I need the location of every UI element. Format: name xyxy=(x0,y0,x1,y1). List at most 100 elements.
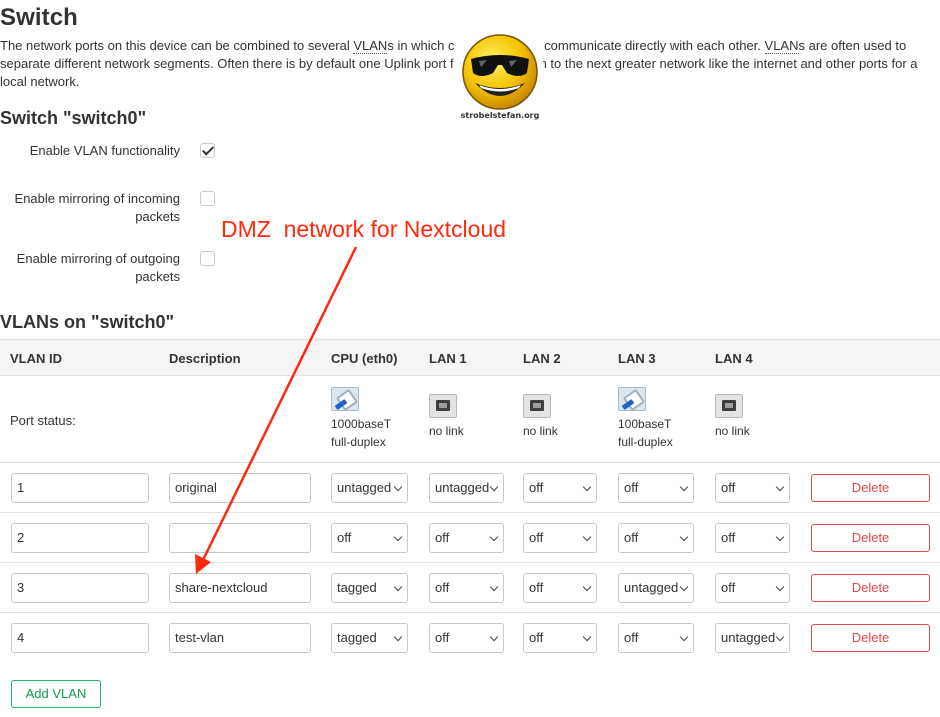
mirror-outgoing-checkbox[interactable] xyxy=(200,251,215,266)
port-mode-select-cpu[interactable]: tagged xyxy=(331,573,408,603)
chevron-down-icon xyxy=(679,532,689,542)
vlan-abbr: VLAN xyxy=(353,38,388,54)
port-connected-icon xyxy=(331,387,359,411)
chevron-down-icon xyxy=(489,532,499,542)
vlan-description-input[interactable] xyxy=(169,523,311,553)
chevron-down-icon xyxy=(393,632,403,642)
port-mode-select-lan2[interactable]: off xyxy=(523,573,597,603)
intro-part: The network ports on this device can be … xyxy=(0,38,354,53)
vlans-section-title: VLANs on "switch0" xyxy=(0,312,175,332)
vlan-description-input[interactable]: test-vlan xyxy=(169,623,311,653)
vlan-description-input[interactable]: original xyxy=(169,473,311,503)
delete-vlan-button[interactable]: Delete xyxy=(811,574,930,602)
port-mode-select-lan3[interactable]: off xyxy=(618,523,694,553)
port-mode-select-lan2[interactable]: off xyxy=(523,523,597,553)
port-mode-select-cpu[interactable]: off xyxy=(331,523,408,553)
port-connected-icon xyxy=(618,387,646,411)
vlan-row: 3 share-nextcloud tagged off off untagged off D… xyxy=(0,563,940,613)
chevron-down-icon xyxy=(489,482,499,492)
port-mode-value: off xyxy=(721,580,736,595)
mirror-incoming-checkbox[interactable] xyxy=(200,191,215,206)
col-vlan-id: VLAN ID xyxy=(10,351,62,366)
port-mode-select-lan3[interactable]: off xyxy=(618,473,694,503)
vlan-id-input[interactable]: 3 xyxy=(11,573,149,603)
port-mode-select-lan3[interactable]: off xyxy=(618,623,694,653)
port-status-row: Port status: 1000baseT full-duplex no link… xyxy=(0,376,940,463)
port-speed-text: 1000baseT xyxy=(331,417,392,431)
port-mode-value: tagged xyxy=(337,580,377,595)
port-status-lan3: 100baseT full-duplex xyxy=(618,387,673,451)
port-mode-select-lan2[interactable]: off xyxy=(523,623,597,653)
table-header: VLAN ID Description CPU (eth0) LAN 1 LAN… xyxy=(0,339,940,376)
port-mode-value: off xyxy=(337,530,352,545)
port-duplex-text: full-duplex xyxy=(618,435,673,449)
vlan-id-input[interactable]: 1 xyxy=(11,473,149,503)
chevron-down-icon xyxy=(489,582,499,592)
port-duplex-text: full-duplex xyxy=(331,435,386,449)
port-mode-select-lan4[interactable]: untagged xyxy=(715,623,790,653)
vlan-id-input[interactable]: 4 xyxy=(11,623,149,653)
port-mode-value: untagged xyxy=(435,480,490,495)
port-disconnected-icon xyxy=(429,394,457,418)
vlan-abbr: VLAN xyxy=(764,38,799,54)
page-title: Switch xyxy=(0,4,78,31)
port-status-lan2: no link xyxy=(523,394,558,440)
annotation-text: DMZ network for Nextcloud xyxy=(221,216,507,242)
port-mode-value: off xyxy=(529,580,544,595)
intro-part: communicate directly with each other. xyxy=(540,38,765,53)
chevron-down-icon xyxy=(679,582,689,592)
chevron-down-icon xyxy=(679,632,689,642)
delete-vlan-button[interactable]: Delete xyxy=(811,624,930,652)
port-mode-select-lan2[interactable]: off xyxy=(523,473,597,503)
col-lan4: LAN 4 xyxy=(715,351,753,366)
port-mode-select-lan4[interactable]: off xyxy=(715,573,790,603)
vlan-functionality-checkbox[interactable] xyxy=(200,143,215,158)
port-speed-text: no link xyxy=(523,424,558,438)
add-vlan-button[interactable]: Add VLAN xyxy=(11,680,101,708)
smiley-sunglasses-icon xyxy=(462,34,538,110)
vlan-description-input[interactable]: share-nextcloud xyxy=(169,573,311,603)
port-mode-select-lan3[interactable]: untagged xyxy=(618,573,694,603)
chevron-down-icon xyxy=(393,482,403,492)
port-mode-select-lan4[interactable]: off xyxy=(715,473,790,503)
port-mode-value: off xyxy=(624,630,639,645)
port-mode-select-lan4[interactable]: off xyxy=(715,523,790,553)
col-cpu: CPU (eth0) xyxy=(331,351,398,366)
port-mode-value: off xyxy=(721,480,736,495)
delete-vlan-button[interactable]: Delete xyxy=(811,474,930,502)
mirror-incoming-label: Enable mirroring of incoming packets xyxy=(14,191,180,224)
col-lan1: LAN 1 xyxy=(429,351,467,366)
intro-part: s in which c xyxy=(387,38,455,53)
port-mode-value: off xyxy=(529,630,544,645)
port-mode-value: tagged xyxy=(337,630,377,645)
port-disconnected-icon xyxy=(523,394,551,418)
port-speed-text: no link xyxy=(429,424,464,438)
chevron-down-icon xyxy=(679,482,689,492)
port-mode-value: off xyxy=(624,530,639,545)
chevron-down-icon xyxy=(582,632,592,642)
port-speed-text: no link xyxy=(715,424,750,438)
logo-text: strobelstefan.org xyxy=(460,111,540,120)
port-mode-select-lan1[interactable]: off xyxy=(429,523,504,553)
mirror-outgoing-label: Enable mirroring of outgoing packets xyxy=(16,251,180,284)
port-status-label: Port status: xyxy=(10,413,76,428)
col-lan2: LAN 2 xyxy=(523,351,561,366)
port-mode-value: off xyxy=(435,630,450,645)
delete-vlan-button[interactable]: Delete xyxy=(811,524,930,552)
chevron-down-icon xyxy=(393,582,403,592)
chevron-down-icon xyxy=(582,482,592,492)
port-mode-select-cpu[interactable]: tagged xyxy=(331,623,408,653)
port-mode-select-lan1[interactable]: untagged xyxy=(429,473,504,503)
port-mode-select-lan1[interactable]: off xyxy=(429,573,504,603)
port-status-cpu: 1000baseT full-duplex xyxy=(331,387,391,451)
port-mode-value: off xyxy=(529,480,544,495)
port-mode-select-cpu[interactable]: untagged xyxy=(331,473,408,503)
switch-config-page: Switch The network ports on this device … xyxy=(0,0,940,717)
port-mode-value: untagged xyxy=(721,630,776,645)
vlan-row: 1 original untagged untagged off off off Delete xyxy=(0,463,940,513)
vlan-id-input[interactable]: 2 xyxy=(11,523,149,553)
chevron-down-icon xyxy=(582,532,592,542)
col-description: Description xyxy=(169,351,241,366)
chevron-down-icon xyxy=(775,482,785,492)
port-mode-select-lan1[interactable]: off xyxy=(429,623,504,653)
